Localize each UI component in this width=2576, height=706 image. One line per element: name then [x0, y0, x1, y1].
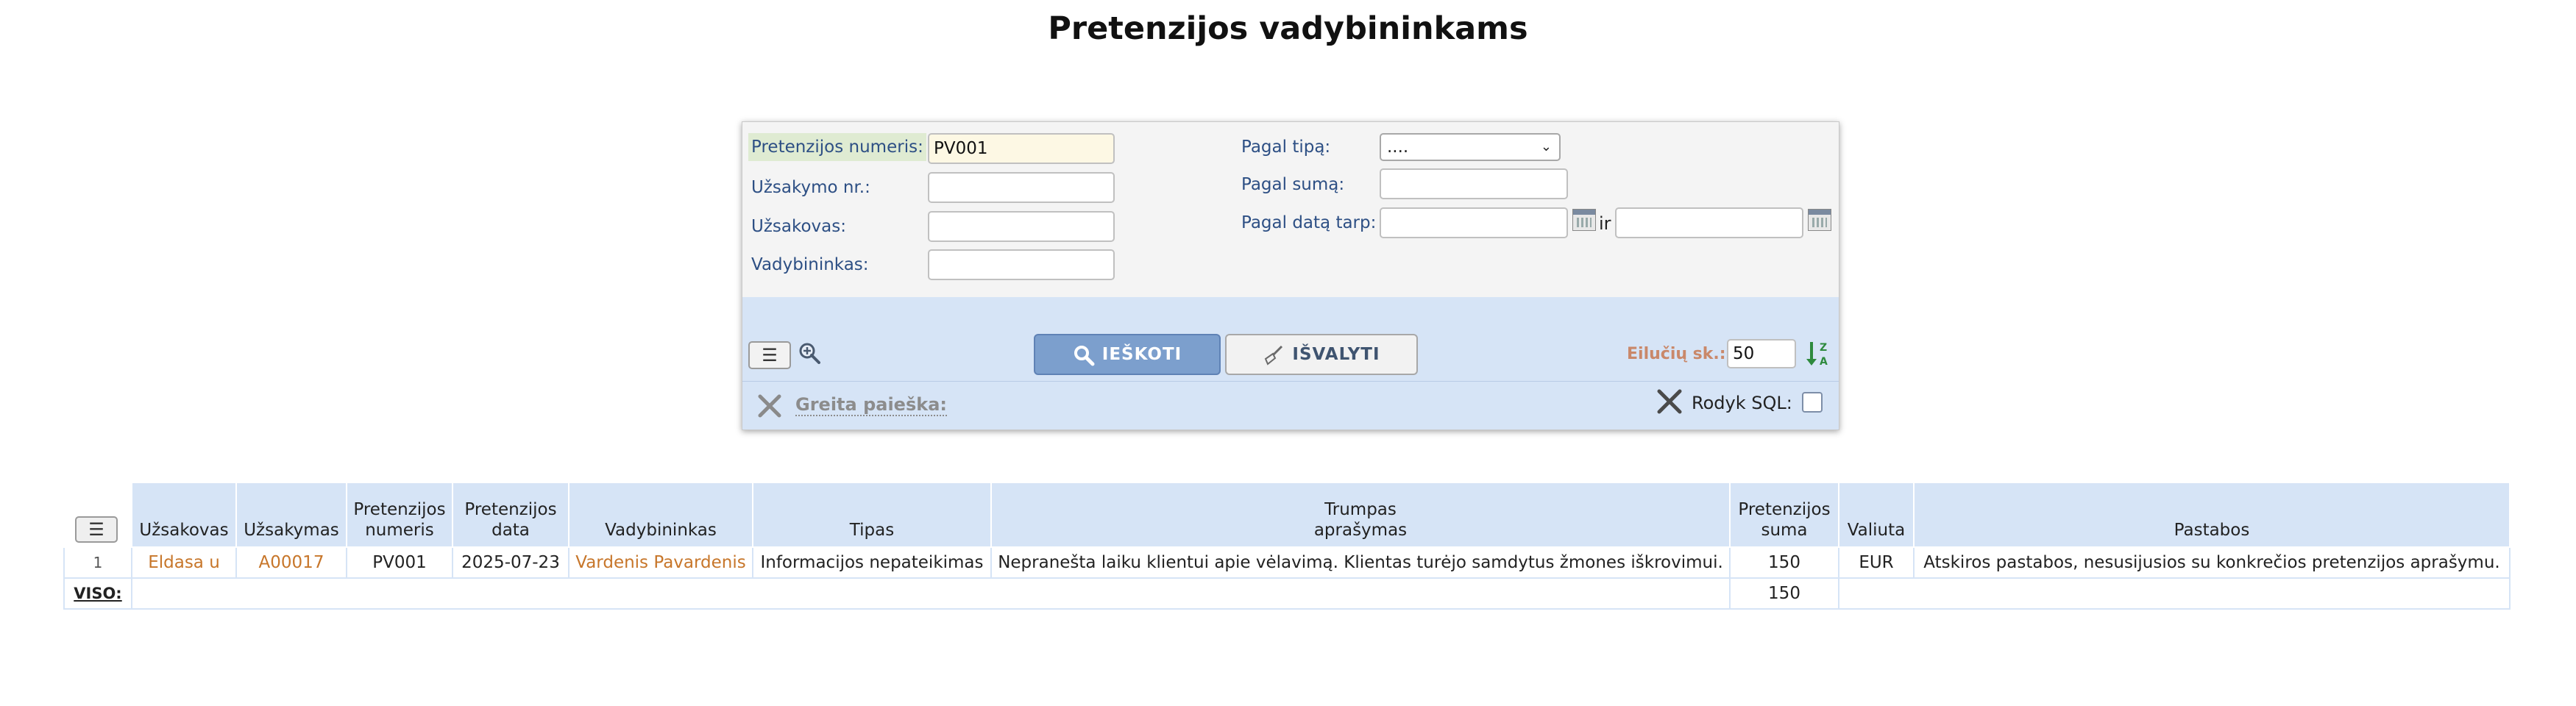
- order-number-input[interactable]: [928, 172, 1115, 203]
- svg-text:A: A: [1820, 356, 1828, 368]
- column-header-label: numeris: [365, 521, 434, 540]
- row-number: 1: [63, 546, 132, 579]
- claim-number-label: Pretenzijos numeris:: [748, 133, 926, 161]
- type-select[interactable]: .... ⌄: [1380, 133, 1561, 161]
- tools-icon: [758, 394, 781, 418]
- rows-count-label: Eilučių sk.:: [1627, 345, 1726, 363]
- notes-cell: Atskiros pastabos, nesusijusios su konkr…: [1913, 546, 2511, 579]
- column-header-label: Pretenzijos: [353, 500, 446, 519]
- show-sql-label: Rodyk SQL:: [1692, 393, 1792, 413]
- order-number-label: Užsakymo nr.:: [751, 178, 870, 197]
- page-title: Pretenzijos vadybininkams: [1048, 10, 1528, 47]
- search-panel: Pretenzijos numeris: PV001 Užsakymo nr.:…: [742, 121, 1839, 430]
- customer-label: Užsakovas:: [751, 217, 846, 236]
- calendar-icon[interactable]: [1808, 209, 1831, 231]
- manager-link[interactable]: Vardenis Pavardenis: [568, 546, 753, 579]
- type-select-value: ....: [1387, 138, 1409, 157]
- table-menu-button[interactable]: ☰: [75, 516, 118, 543]
- column-header-label: Trumpas: [1324, 500, 1397, 519]
- clear-button[interactable]: IŠVALYTI: [1225, 334, 1418, 375]
- chevron-down-icon: ⌄: [1540, 139, 1552, 154]
- date-to-input[interactable]: [1615, 207, 1803, 238]
- column-header-claim-date[interactable]: Pretenzijos data: [452, 482, 570, 548]
- column-header-sum[interactable]: Pretenzijos suma: [1729, 482, 1839, 548]
- column-header-label: aprašymas: [1313, 521, 1408, 540]
- column-header-label: suma: [1761, 521, 1808, 540]
- totals-row: VISO: 150: [63, 577, 2511, 610]
- column-header-label: data: [492, 521, 530, 540]
- search-icon: [1074, 345, 1095, 366]
- sum-filter-label: Pagal sumą:: [1241, 175, 1345, 194]
- column-header-label: Valiuta: [1847, 521, 1906, 540]
- column-header-manager[interactable]: Vadybininkas: [568, 482, 753, 548]
- search-button[interactable]: IEŠKOTI: [1034, 334, 1221, 375]
- date-range-label: Pagal datą tarp:: [1241, 213, 1377, 232]
- type-cell: Informacijos nepateikimas: [752, 546, 992, 579]
- customer-input[interactable]: [928, 211, 1115, 242]
- show-sql-checkbox[interactable]: [1802, 392, 1823, 413]
- totals-spacer-end: [1838, 577, 2511, 610]
- column-header-type[interactable]: Tipas: [752, 482, 992, 548]
- column-header-description[interactable]: Trumpas aprašymas: [990, 482, 1731, 548]
- column-header-label: Tipas: [849, 521, 895, 540]
- quick-search-toggle[interactable]: Greita paieška:: [795, 394, 947, 416]
- total-sum: 150: [1729, 577, 1839, 610]
- column-header-currency[interactable]: Valiuta: [1838, 482, 1915, 548]
- column-header-customer[interactable]: Užsakovas: [131, 482, 237, 548]
- search-button-label: IEŠKOTI: [1101, 345, 1182, 364]
- order-link[interactable]: A00017: [235, 546, 347, 579]
- table-row[interactable]: 1 Eldasa u A00017 PV001 2025-07-23 Varde…: [63, 546, 2511, 579]
- rows-count-input[interactable]: 50: [1727, 339, 1796, 368]
- total-label: VISO:: [63, 577, 132, 610]
- zoom-in-icon[interactable]: [798, 342, 820, 364]
- panel-divider: [742, 381, 1839, 382]
- column-header-claim-number[interactable]: Pretenzijos numeris: [346, 482, 453, 548]
- column-header-label: Pretenzijos: [1738, 500, 1831, 519]
- totals-spacer: [131, 577, 1731, 610]
- customer-link[interactable]: Eldasa u: [131, 546, 237, 579]
- svg-text:Z: Z: [1820, 342, 1827, 354]
- date-range-separator: ir: [1599, 213, 1611, 234]
- results-table: Užsakovas Užsakymas Pretenzijos numeris P…: [63, 482, 2511, 610]
- sort-za-icon[interactable]: Z A: [1805, 340, 1831, 368]
- sum-input[interactable]: [1380, 168, 1568, 199]
- column-header-notes[interactable]: Pastabos: [1913, 482, 2511, 548]
- date-from-input[interactable]: [1380, 207, 1568, 238]
- column-header-label: Vadybininkas: [605, 521, 717, 540]
- type-filter-label: Pagal tipą:: [1241, 138, 1331, 157]
- column-header-label: Užsakovas: [139, 521, 229, 540]
- currency-cell: EUR: [1838, 546, 1915, 579]
- sql-tools-icon: [1657, 389, 1682, 414]
- column-header-order[interactable]: Užsakymas: [235, 482, 347, 548]
- panel-menu-button[interactable]: ☰: [748, 341, 791, 369]
- clear-button-label: IŠVALYTI: [1292, 345, 1380, 364]
- column-header-label: Pastabos: [2174, 521, 2250, 540]
- sum-cell: 150: [1729, 546, 1839, 579]
- calendar-icon[interactable]: [1572, 209, 1596, 231]
- manager-input[interactable]: [928, 249, 1115, 280]
- claim-number-cell: PV001: [346, 546, 453, 579]
- claim-date-cell: 2025-07-23: [452, 546, 570, 579]
- manager-label: Vadybininkas:: [751, 255, 869, 274]
- claim-number-input[interactable]: PV001: [928, 133, 1115, 164]
- column-header-label: Pretenzijos: [464, 500, 557, 519]
- broom-icon: [1265, 345, 1283, 366]
- column-header-label: Užsakymas: [244, 521, 339, 540]
- description-cell: Nepranešta laiku klientui apie vėlavimą.…: [990, 546, 1731, 579]
